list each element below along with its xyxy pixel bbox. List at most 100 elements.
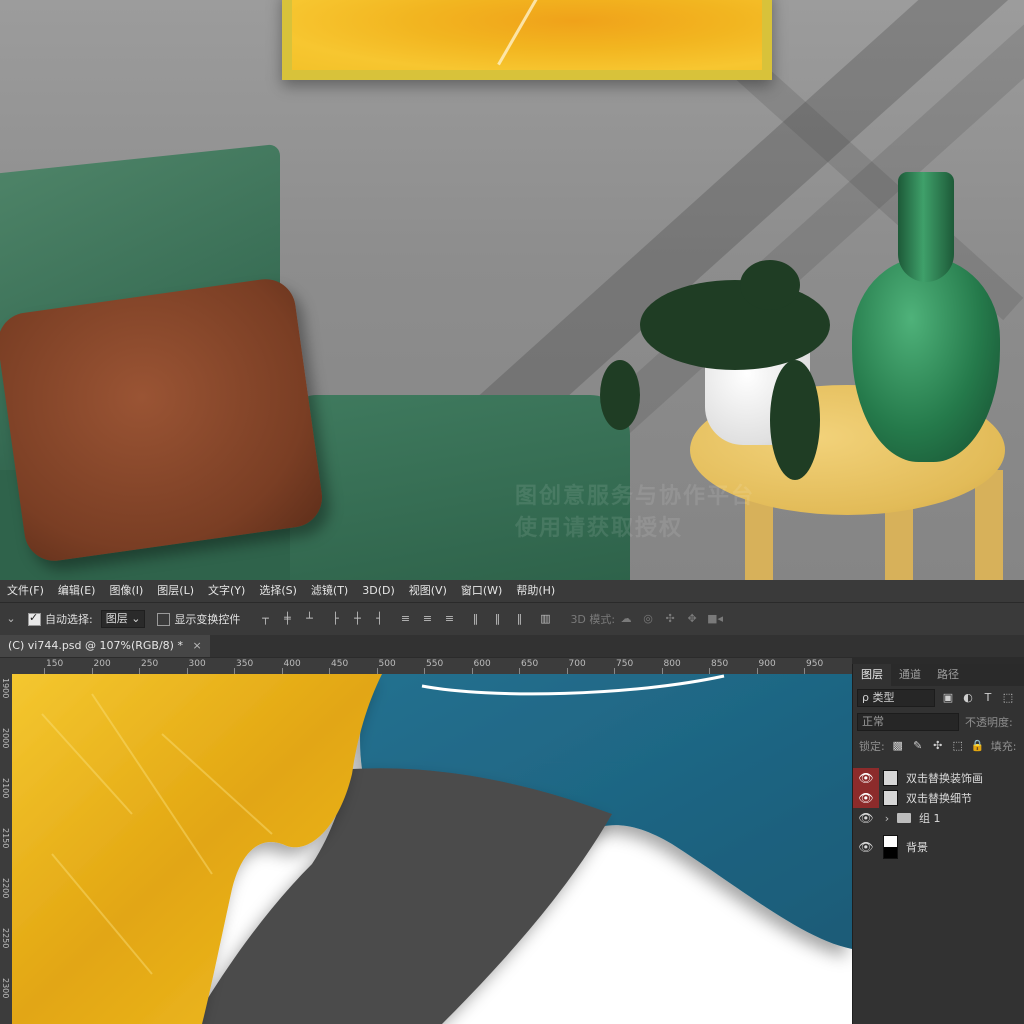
ruler-label: 650 (521, 659, 539, 669)
layer-row[interactable]: 👁 › 组 1 (853, 808, 1024, 828)
ruler-label: 350 (236, 659, 254, 669)
menu-filter[interactable]: 滤镜(T) (304, 580, 355, 602)
align-right-icon[interactable]: ┤ (372, 612, 386, 626)
menu-edit[interactable]: 编辑(E) (51, 580, 103, 602)
align-vcenter-icon[interactable]: ╪ (280, 612, 294, 626)
layer-name: 双击替换细节 (906, 792, 972, 805)
pan-3d-icon[interactable]: ✣ (663, 612, 677, 626)
options-bar: ⌄ 自动选择: 图层 ⌄ 显示变换控件 ┬ ╪ ┴ ├ ┼ ┤ ≡ ≡ ≡ ‖ … (0, 602, 1024, 636)
auto-select-dropdown[interactable]: 图层 ⌄ (100, 610, 146, 628)
roll-3d-icon[interactable]: ◎ (641, 612, 655, 626)
ruler-label: 900 (758, 659, 776, 669)
layer-thumbnail (883, 835, 898, 859)
menu-view[interactable]: 视图(V) (402, 580, 454, 602)
align-top-icon[interactable]: ┬ (258, 612, 272, 626)
ruler-corner (0, 658, 12, 674)
auto-select-checkbox[interactable] (28, 611, 41, 626)
close-icon[interactable]: × (192, 639, 201, 652)
artwork-canvas (292, 0, 762, 70)
menu-layer[interactable]: 图层(L) (150, 580, 201, 602)
ruler-label: 300 (188, 659, 206, 669)
opacity-label: 不透明度: (965, 716, 1013, 729)
layer-row[interactable]: 👁 背景 (853, 834, 1024, 860)
distribute-vcenter-icon[interactable]: ≡ (420, 612, 434, 626)
document-tab[interactable]: (C) vi744.psd @ 107%(RGB/8) * × (0, 635, 210, 657)
framed-artwork (282, 0, 772, 80)
lock-all-icon[interactable]: 🔒 (971, 739, 985, 753)
layer-row[interactable]: 👁 双击替换细节 (853, 788, 1024, 808)
auto-align-icon[interactable]: ▥ (538, 612, 552, 626)
shape-filter-icon[interactable]: ⬚ (1001, 691, 1015, 705)
menu-file[interactable]: 文件(F) (0, 580, 51, 602)
distribute-top-icon[interactable]: ≡ (398, 612, 412, 626)
fill-label: 填充: (990, 740, 1017, 753)
ruler-label: 500 (378, 659, 396, 669)
folder-icon (897, 813, 911, 823)
eye-icon[interactable]: 👁 (853, 808, 879, 828)
blend-row: 正常 不透明度: (853, 710, 1024, 734)
ruler-label: 2100 (1, 778, 10, 799)
show-transform-label: 显示变换控件 (174, 613, 241, 626)
layer-name: 组 1 (919, 812, 941, 825)
scale-3d-icon[interactable]: ■◂ (707, 612, 723, 626)
mockup-scene: 图创意服务与协作平台 使用请获取授权 (0, 0, 1024, 580)
document-canvas[interactable] (12, 674, 852, 1024)
adjustment-filter-icon[interactable]: ◐ (961, 691, 975, 705)
ruler-label: 800 (663, 659, 681, 669)
distribute-hcenter-icon[interactable]: ‖ (490, 612, 504, 626)
plant-foliage (740, 260, 800, 310)
smart-object-thumbnail (883, 790, 898, 806)
layers-panel: 图层 通道 路径 ρ 类型 ▣ ◐ T ⬚ 正常 不透明度: 锁定: ▩ ✎ ✣… (852, 664, 1024, 1024)
vertical-ruler[interactable]: 1900 2000 2100 2150 2200 2250 2300 (0, 674, 12, 1024)
chevron-right-icon[interactable]: › (881, 812, 893, 825)
eye-icon[interactable]: 👁 (853, 837, 879, 857)
layer-filter-dropdown[interactable]: ρ 类型 (857, 689, 935, 707)
ruler-label: 750 (616, 659, 634, 669)
distribute-left-icon[interactable]: ‖ (468, 612, 482, 626)
menu-type[interactable]: 文字(Y) (201, 580, 252, 602)
document-tab-title: (C) vi744.psd @ 107%(RGB/8) * (8, 639, 183, 652)
table-leg (975, 470, 1003, 580)
align-left-icon[interactable]: ├ (328, 612, 342, 626)
show-transform-checkbox[interactable] (157, 612, 171, 626)
photoshop-window: 文件(F) 编辑(E) 图像(I) 图层(L) 文字(Y) 选择(S) 滤镜(T… (0, 580, 1024, 1024)
lock-pixels-icon[interactable]: ▩ (891, 739, 905, 753)
chevron-down-icon[interactable]: ⌄ (4, 612, 18, 626)
align-hcenter-icon[interactable]: ┼ (350, 612, 364, 626)
distribute-bottom-icon[interactable]: ≡ (442, 612, 456, 626)
menu-image[interactable]: 图像(I) (102, 580, 150, 602)
panel-tabs: 图层 通道 路径 (853, 664, 1024, 686)
slide-3d-icon[interactable]: ✥ (685, 612, 699, 626)
blend-mode-dropdown[interactable]: 正常 (857, 713, 959, 731)
eye-icon[interactable]: 👁 (853, 768, 879, 788)
menu-3d[interactable]: 3D(D) (355, 580, 402, 602)
tab-layers[interactable]: 图层 (853, 664, 891, 686)
eye-icon[interactable]: 👁 (853, 788, 879, 808)
layer-row[interactable]: 👁 双击替换装饰画 (853, 768, 1024, 788)
plant-foliage (770, 360, 820, 480)
lock-image-icon[interactable]: ✎ (911, 739, 925, 753)
tab-channels[interactable]: 通道 (891, 664, 929, 686)
tab-paths[interactable]: 路径 (929, 664, 967, 686)
ruler-label: 950 (806, 659, 824, 669)
ruler-label: 2300 (1, 978, 10, 999)
leather-pillow (0, 275, 326, 565)
distribute-right-icon[interactable]: ‖ (512, 612, 526, 626)
lock-artboard-icon[interactable]: ⬚ (951, 739, 965, 753)
document-tab-bar: (C) vi744.psd @ 107%(RGB/8) * × (0, 635, 1024, 657)
ruler-label: 250 (141, 659, 159, 669)
image-filter-icon[interactable]: ▣ (941, 691, 955, 705)
mode-3d-label: 3D 模式: (570, 613, 616, 626)
align-bottom-icon[interactable]: ┴ (302, 612, 316, 626)
menu-window[interactable]: 窗口(W) (454, 580, 509, 602)
ruler-label: 2250 (1, 928, 10, 949)
menu-select[interactable]: 选择(S) (252, 580, 304, 602)
menu-help[interactable]: 帮助(H) (509, 580, 562, 602)
watermark-text: 使用请获取授权 (515, 516, 684, 541)
plant-foliage (600, 360, 640, 430)
orbit-3d-icon[interactable]: ☁ (619, 612, 633, 626)
ruler-label: 2000 (1, 728, 10, 749)
horizontal-ruler[interactable]: 150 200 250 300 350 400 450 500 550 600 650 700 750 8… (12, 658, 852, 675)
type-filter-icon[interactable]: T (981, 691, 995, 705)
lock-position-icon[interactable]: ✣ (931, 739, 945, 753)
